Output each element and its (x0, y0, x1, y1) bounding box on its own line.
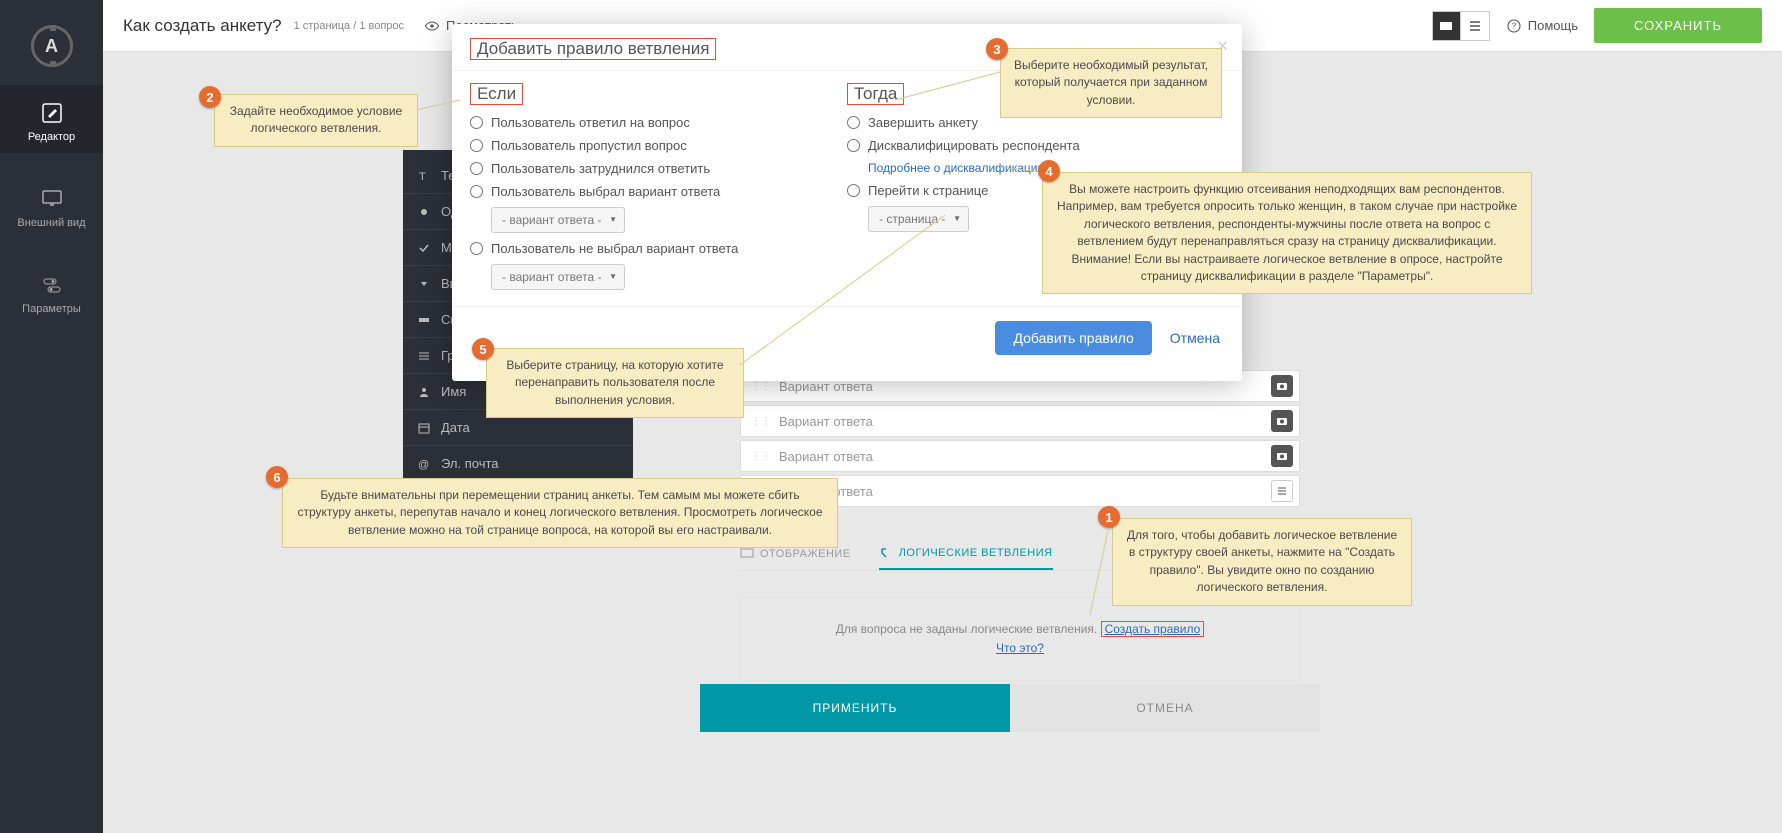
group-icon (417, 349, 431, 363)
modal-cancel-link[interactable]: Отмена (1170, 330, 1220, 346)
if-option[interactable]: Пользователь пропустил вопрос (470, 138, 847, 153)
radio-icon (417, 205, 431, 219)
step-badge-4: 4 (1038, 160, 1060, 182)
svg-text:@: @ (418, 459, 429, 471)
callout-6: Будьте внимательны при перемещении стран… (282, 478, 838, 548)
what-is-link[interactable]: Что это? (996, 641, 1044, 655)
pencil-icon (40, 101, 64, 125)
camera-icon[interactable] (1271, 410, 1293, 432)
sidebar: A Редактор Внешний вид Параметры (0, 0, 103, 833)
radio-input[interactable] (847, 139, 860, 152)
if-column: Если Пользователь ответил на вопрос Поль… (470, 83, 847, 298)
if-header: Если (470, 83, 523, 105)
logo: A (31, 25, 73, 67)
if-option[interactable]: Пользователь выбрал вариант ответа (470, 184, 847, 199)
help-icon: ? (1506, 18, 1522, 34)
monitor-icon (40, 187, 64, 211)
callout-5: Выберите страницу, на которую хотите пер… (486, 348, 744, 418)
help-link[interactable]: ? Помощь (1506, 18, 1578, 34)
camera-icon[interactable] (1271, 445, 1293, 467)
list-icon[interactable] (1271, 480, 1293, 502)
page-select[interactable]: - страница - (868, 206, 969, 232)
create-rule-link[interactable]: Создать правило (1101, 621, 1205, 637)
save-button[interactable]: СОХРАНИТЬ (1594, 8, 1762, 43)
page-title: Как создать анкету? (123, 16, 282, 36)
callout-1: Для того, чтобы добавить логическое ветв… (1112, 518, 1412, 606)
monitor-icon (740, 547, 754, 561)
if-option[interactable]: Пользователь затруднился ответить (470, 161, 847, 176)
view-toggle (1432, 11, 1490, 41)
eye-icon (424, 18, 440, 34)
tab-logic[interactable]: ЛОГИЧЕСКИЕ ВЕТВЛЕНИЯ (879, 537, 1053, 570)
branch-icon (879, 546, 893, 560)
callout-4: Вы можете настроить функцию отсеивания н… (1042, 172, 1532, 294)
radio-input[interactable] (470, 139, 483, 152)
sidebar-item-editor[interactable]: Редактор (0, 85, 103, 153)
sidebar-label: Редактор (28, 131, 75, 143)
drag-handle-icon[interactable]: ⋮⋮ (751, 416, 771, 427)
answer-row[interactable]: ⋮⋮Вариант ответа (740, 440, 1300, 472)
drag-handle-icon[interactable]: ⋮⋮ (751, 381, 771, 392)
if-option[interactable]: Пользователь не выбрал вариант ответа (470, 241, 847, 256)
sidebar-item-appearance[interactable]: Внешний вид (0, 171, 103, 239)
toolbox-row[interactable]: @Эл. почта (403, 446, 633, 482)
add-rule-button[interactable]: Добавить правило (995, 321, 1151, 355)
step-badge-6: 6 (266, 466, 288, 488)
radio-input[interactable] (470, 185, 483, 198)
view-card-icon[interactable] (1433, 12, 1461, 40)
callout-3: Выберите необходимый результат, который … (1000, 48, 1222, 118)
sidebar-label: Параметры (22, 303, 81, 315)
person-icon (417, 385, 431, 399)
step-badge-2: 2 (199, 86, 221, 108)
cancel-button[interactable]: ОТМЕНА (1010, 684, 1320, 732)
dropdown-icon (417, 277, 431, 291)
email-icon: @ (417, 457, 431, 471)
radio-input[interactable] (847, 116, 860, 129)
if-option[interactable]: Пользователь ответил на вопрос (470, 115, 847, 130)
svg-text:?: ? (1512, 21, 1517, 30)
drag-handle-icon[interactable]: ⋮⋮ (751, 451, 771, 462)
page-meta: 1 страница / 1 вопрос (294, 20, 404, 32)
toggles-icon (40, 273, 64, 297)
rule-empty-text: Для вопроса не заданы логические ветвлен… (836, 622, 1101, 636)
input-icon (417, 313, 431, 327)
view-list-icon[interactable] (1461, 12, 1489, 40)
logo-letter: A (45, 36, 58, 57)
radio-input[interactable] (847, 184, 860, 197)
callout-2: Задайте необходимое условие логического … (214, 94, 418, 147)
answer-select[interactable]: - вариант ответа - (491, 207, 625, 233)
answer-select[interactable]: - вариант ответа - (491, 264, 625, 290)
radio-input[interactable] (470, 162, 483, 175)
then-header: Тогда (847, 83, 904, 105)
calendar-icon (417, 421, 431, 435)
step-badge-5: 5 (472, 338, 494, 360)
svg-text:T: T (419, 171, 426, 183)
apply-button[interactable]: ПРИМЕНИТЬ (700, 684, 1010, 732)
sidebar-label: Внешний вид (17, 217, 85, 229)
text-icon: T (417, 169, 431, 183)
check-icon (417, 241, 431, 255)
then-option[interactable]: Дисквалифицировать респондента (847, 138, 1224, 153)
modal-title: Добавить правило ветвления (470, 38, 716, 60)
step-badge-1: 1 (1098, 506, 1120, 528)
help-label: Помощь (1528, 18, 1578, 33)
step-badge-3: 3 (986, 38, 1008, 60)
answer-row[interactable]: ⋮⋮Вариант ответа (740, 405, 1300, 437)
radio-input[interactable] (470, 116, 483, 129)
sidebar-item-params[interactable]: Параметры (0, 257, 103, 325)
bottom-buttons: ПРИМЕНИТЬ ОТМЕНА (700, 684, 1320, 732)
camera-icon[interactable] (1271, 375, 1293, 397)
radio-input[interactable] (470, 242, 483, 255)
rule-empty-box: Для вопроса не заданы логические ветвлен… (740, 597, 1300, 681)
